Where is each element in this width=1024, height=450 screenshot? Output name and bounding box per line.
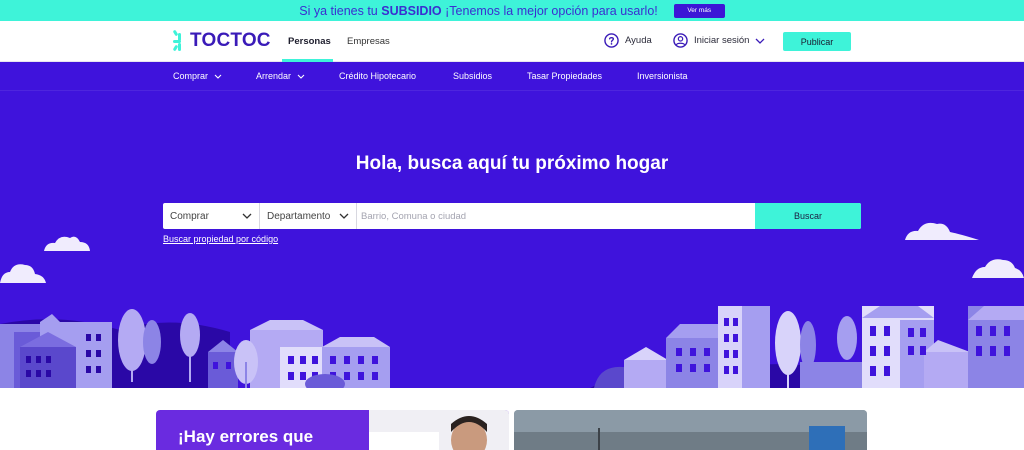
login-label: Iniciar sesión [694,35,750,46]
help-link[interactable]: Ayuda [604,33,652,48]
hero-section: Comprar Arrendar Crédito Hipotecario Sub… [0,62,1024,388]
nav-item-arrendar[interactable]: Arrendar [256,71,305,81]
question-circle-icon [604,33,619,48]
promo-card-errors[interactable]: ¡Hay errores que [156,410,509,450]
ver-mas-button[interactable]: Ver más [673,3,725,18]
chevron-down-icon [242,213,252,219]
login-menu[interactable]: Iniciar sesión [673,33,765,48]
nav-item-subsidios[interactable]: Subsidios [453,71,492,81]
promo-banner: Si ya tienes tu SUBSIDIO ¡Tenemos la mej… [0,0,1024,21]
chevron-down-icon [297,74,305,79]
user-circle-icon [673,33,688,48]
promo-cards-section: ¡Hay errores que [0,388,1024,450]
tab-empresas[interactable]: Empresas [347,21,390,62]
operation-select[interactable]: Comprar [163,203,260,229]
person-photo [369,410,509,450]
main-header: TOCTOC Personas Empresas Ayuda Iniciar s… [0,21,1024,62]
chevron-down-icon [339,213,349,219]
search-by-code-link[interactable]: Buscar propiedad por código [163,234,278,244]
operation-select-value: Comprar [170,210,209,222]
publish-button[interactable]: Publicar [783,32,851,51]
logo-mark-icon [173,30,181,51]
help-label: Ayuda [625,35,652,46]
promo-card-title: ¡Hay errores que [178,427,314,446]
secondary-nav: Comprar Arrendar Crédito Hipotecario Sub… [0,62,1024,91]
chevron-down-icon [214,74,222,79]
nav-item-inversionista[interactable]: Inversionista [637,71,688,81]
nav-item-tasar-propiedades[interactable]: Tasar Propiedades [527,71,602,81]
promo-card-image[interactable] [514,410,867,450]
toctoc-logo[interactable]: TOCTOC [173,30,271,52]
nav-item-credito-hipotecario[interactable]: Crédito Hipotecario [339,71,416,81]
search-bar: Comprar Departamento Buscar [163,203,861,229]
nav-item-arrendar-label: Arrendar [256,71,292,81]
nav-item-comprar-label: Comprar [173,71,209,81]
search-button[interactable]: Buscar [755,203,861,229]
property-type-select[interactable]: Departamento [260,203,357,229]
property-type-select-value: Departamento [267,210,331,222]
location-search-input[interactable] [357,203,755,229]
nav-item-comprar[interactable]: Comprar [173,71,222,81]
chevron-down-icon [755,38,765,44]
hero-title: Hola, busca aquí tu próximo hogar [355,153,669,174]
logo-text: TOCTOC [190,30,271,51]
promo-banner-text: Si ya tienes tu SUBSIDIO ¡Tenemos la mej… [299,3,658,18]
property-photo [514,410,867,450]
tab-personas[interactable]: Personas [288,21,331,62]
